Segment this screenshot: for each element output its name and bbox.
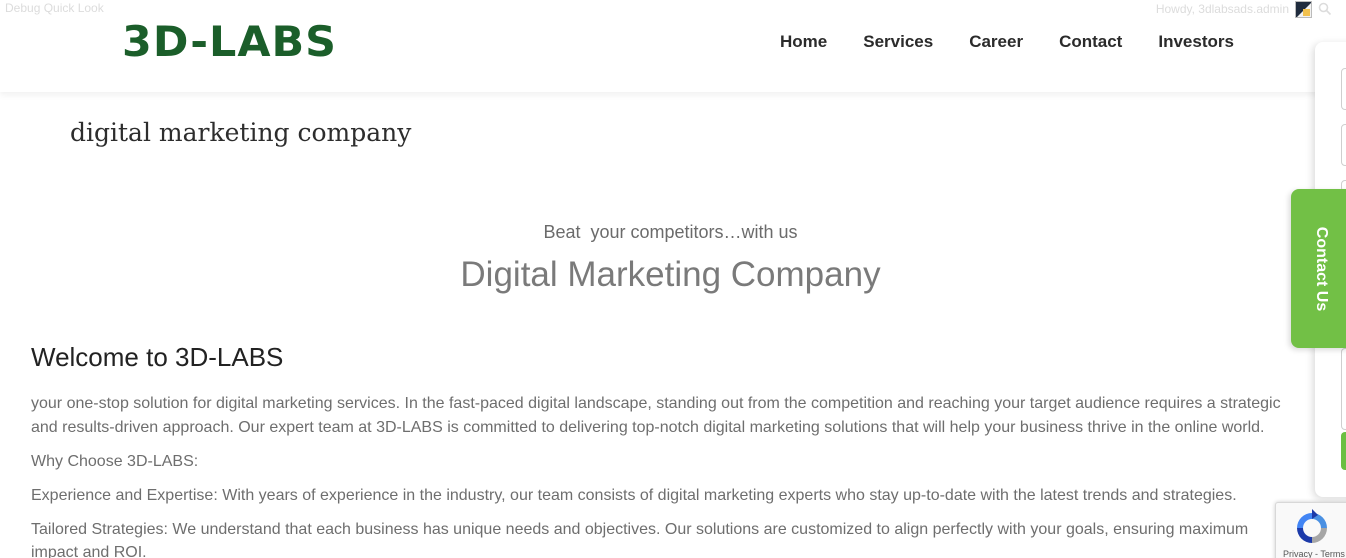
search-icon[interactable] bbox=[1318, 2, 1332, 16]
content-body: your one-stop solution for digital marke… bbox=[31, 392, 1299, 558]
hero-tagline: Beat your competitors…with us bbox=[543, 222, 798, 242]
admin-bar: Debug Quick Look Howdy, 3dlabsads.admin bbox=[0, 0, 1346, 18]
experience-paragraph: Experience and Expertise: With years of … bbox=[31, 486, 1237, 504]
form-field-name[interactable] bbox=[1341, 68, 1346, 110]
site-logo[interactable]: 3D-LABS bbox=[122, 18, 337, 66]
main-nav: Home Services Career Contact Investors bbox=[762, 32, 1252, 52]
contact-us-tab[interactable]: Contact Us bbox=[1291, 189, 1346, 348]
recaptcha-links[interactable]: Privacy - Terms bbox=[1283, 549, 1345, 558]
admin-account: Howdy, 3dlabsads.admin bbox=[1156, 0, 1332, 18]
contact-us-label: Contact Us bbox=[1313, 226, 1330, 311]
intro-paragraph: your one-stop solution for digital marke… bbox=[31, 395, 1281, 436]
nav-career[interactable]: Career bbox=[951, 32, 1041, 52]
nav-contact[interactable]: Contact bbox=[1041, 32, 1140, 52]
admin-debug-link[interactable]: Debug Quick Look bbox=[5, 1, 104, 15]
form-field-email[interactable] bbox=[1341, 124, 1346, 166]
recaptcha-icon bbox=[1292, 509, 1332, 552]
nav-home[interactable]: Home bbox=[762, 32, 845, 52]
nav-investors[interactable]: Investors bbox=[1140, 32, 1252, 52]
page-title: digital marketing company bbox=[70, 118, 412, 147]
admin-greeting[interactable]: Howdy, 3dlabsads.admin bbox=[1156, 2, 1289, 16]
nav-services[interactable]: Services bbox=[845, 32, 951, 52]
recaptcha-badge[interactable]: Privacy - Terms bbox=[1275, 502, 1346, 558]
why-choose-heading: Why Choose 3D-LABS: bbox=[31, 452, 199, 470]
hero-heading: Digital Marketing Company bbox=[460, 255, 881, 294]
form-submit-button[interactable] bbox=[1341, 432, 1346, 470]
avatar[interactable] bbox=[1295, 0, 1312, 18]
tailored-paragraph: Tailored Strategies: We understand that … bbox=[31, 520, 1249, 558]
welcome-heading: Welcome to 3D-LABS bbox=[31, 342, 284, 372]
form-field-message[interactable] bbox=[1341, 348, 1346, 430]
